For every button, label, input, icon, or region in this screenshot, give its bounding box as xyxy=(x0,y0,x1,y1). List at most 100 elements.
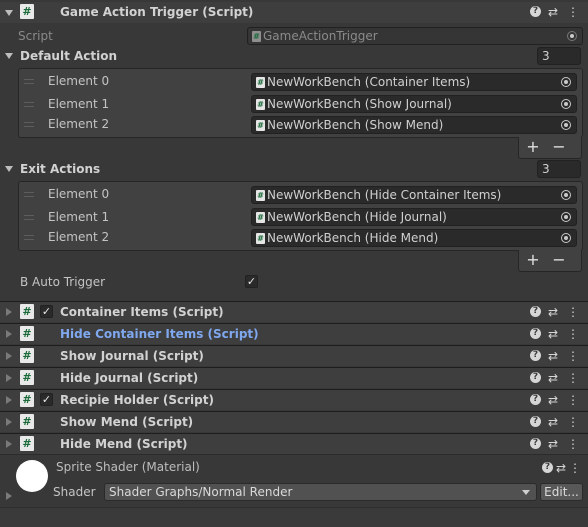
more-menu-icon[interactable]: ⋮ xyxy=(566,305,580,319)
object-picker-icon[interactable] xyxy=(561,233,571,243)
presets-icon[interactable]: ⇄ xyxy=(546,5,560,19)
presets-icon[interactable]: ⇄ xyxy=(546,393,560,407)
script-icon: # xyxy=(20,370,34,385)
element-label: Element 1 xyxy=(48,97,110,111)
element-value: NewWorkBench (Container Items) xyxy=(267,75,471,89)
component-header[interactable]: # ✓ Container Items (Script)? ⇄ ⋮ xyxy=(0,301,588,322)
presets-icon[interactable]: ⇄ xyxy=(546,349,560,363)
component-header[interactable]: # Hide Journal (Script)? ⇄ ⋮ xyxy=(0,367,588,388)
help-icon[interactable]: ? xyxy=(530,416,541,427)
component-title: Show Journal (Script) xyxy=(60,349,204,363)
element-object-field[interactable]: # NewWorkBench (Hide Container Items) xyxy=(251,186,577,204)
element-value: NewWorkBench (Hide Mend) xyxy=(267,231,439,245)
help-icon[interactable]: ? xyxy=(530,328,541,339)
more-menu-icon[interactable]: ⋮ xyxy=(566,327,580,341)
component-enabled-checkbox[interactable]: ✓ xyxy=(40,305,53,318)
object-picker-icon[interactable] xyxy=(561,99,571,109)
script-file-icon: # xyxy=(256,120,265,131)
auto-trigger-checkbox[interactable]: ✓ xyxy=(245,275,258,288)
default-action-label[interactable]: Default Action xyxy=(20,49,117,63)
default-action-list-footer: + − xyxy=(518,137,582,159)
foldout-arrow-icon[interactable] xyxy=(6,396,12,404)
component-header[interactable]: # Hide Mend (Script)? ⇄ ⋮ xyxy=(0,433,588,454)
script-icon: # xyxy=(20,348,34,363)
script-icon: # xyxy=(20,436,34,451)
foldout-arrow-icon[interactable] xyxy=(6,308,12,316)
component-header[interactable]: # Hide Container Items (Script)? ⇄ ⋮ xyxy=(0,323,588,344)
presets-icon[interactable]: ⇄ xyxy=(546,327,560,341)
add-element-button[interactable]: + xyxy=(523,138,543,156)
element-label: Element 2 xyxy=(48,117,110,131)
more-menu-icon[interactable]: ⋮ xyxy=(566,371,580,385)
exit-actions-label[interactable]: Exit Actions xyxy=(20,162,100,176)
more-menu-icon[interactable]: ⋮ xyxy=(566,5,580,19)
element-label: Element 1 xyxy=(48,210,110,224)
drag-handle-icon[interactable] xyxy=(24,79,34,84)
auto-trigger-label: B Auto Trigger xyxy=(20,275,106,289)
foldout-arrow-icon[interactable] xyxy=(5,10,13,16)
default-action-size-field[interactable]: 3 xyxy=(537,47,581,65)
remove-element-button[interactable]: − xyxy=(549,251,569,269)
foldout-arrow-icon[interactable] xyxy=(6,352,12,360)
more-menu-icon[interactable]: ⋮ xyxy=(566,415,580,429)
script-file-icon: # xyxy=(256,77,265,88)
help-icon[interactable]: ? xyxy=(530,6,541,17)
foldout-arrow-icon[interactable] xyxy=(6,330,12,338)
object-picker-icon[interactable] xyxy=(561,212,571,222)
drag-handle-icon[interactable] xyxy=(24,122,34,127)
object-picker-icon[interactable] xyxy=(561,77,571,87)
material-preview-icon xyxy=(16,460,48,492)
presets-icon[interactable]: ⇄ xyxy=(546,371,560,385)
more-menu-icon[interactable]: ⋮ xyxy=(566,437,580,451)
drag-handle-icon[interactable] xyxy=(24,102,34,107)
object-picker-icon[interactable] xyxy=(561,120,571,130)
more-menu-icon[interactable]: ⋮ xyxy=(568,461,582,475)
bottom-area xyxy=(0,508,588,527)
presets-icon[interactable]: ⇄ xyxy=(554,461,568,475)
presets-icon[interactable]: ⇄ xyxy=(546,305,560,319)
exit-actions-list-footer: + − xyxy=(518,250,582,272)
element-object-field[interactable]: # NewWorkBench (Show Mend) xyxy=(251,116,577,134)
component-title: Hide Mend (Script) xyxy=(60,437,188,451)
more-menu-icon[interactable]: ⋮ xyxy=(566,349,580,363)
material-foldout-icon[interactable] xyxy=(6,492,12,500)
object-picker-icon[interactable] xyxy=(561,190,571,200)
element-object-field[interactable]: # NewWorkBench (Hide Mend) xyxy=(251,229,577,247)
presets-icon[interactable]: ⇄ xyxy=(546,437,560,451)
help-icon[interactable]: ? xyxy=(530,350,541,361)
component-title: Hide Container Items (Script) xyxy=(60,327,259,341)
component-enabled-checkbox[interactable]: ✓ xyxy=(40,393,53,406)
default-action-foldout-icon[interactable] xyxy=(5,53,13,59)
component-title: Show Mend (Script) xyxy=(60,415,194,429)
exit-actions-foldout-icon[interactable] xyxy=(5,166,13,172)
foldout-arrow-icon[interactable] xyxy=(6,374,12,382)
foldout-arrow-icon[interactable] xyxy=(6,440,12,448)
element-object-field[interactable]: # NewWorkBench (Hide Journal) xyxy=(251,208,577,226)
game-action-trigger-header[interactable]: # Game Action Trigger (Script) ? ⇄ ⋮ xyxy=(0,2,588,23)
drag-handle-icon[interactable] xyxy=(24,192,34,197)
component-header[interactable]: # ✓ Recipie Holder (Script)? ⇄ ⋮ xyxy=(0,389,588,410)
edit-shader-button[interactable]: Edit... xyxy=(540,483,583,501)
exit-actions-size-field[interactable]: 3 xyxy=(537,160,581,178)
remove-element-button[interactable]: − xyxy=(549,138,569,156)
drag-handle-icon[interactable] xyxy=(24,235,34,240)
foldout-arrow-icon[interactable] xyxy=(6,418,12,426)
presets-icon[interactable]: ⇄ xyxy=(546,415,560,429)
help-icon[interactable]: ? xyxy=(530,438,541,449)
element-object-field[interactable]: # NewWorkBench (Show Journal) xyxy=(251,95,577,113)
help-icon[interactable]: ? xyxy=(542,462,553,473)
help-icon[interactable]: ? xyxy=(530,394,541,405)
shader-dropdown[interactable]: Shader Graphs/Normal Render xyxy=(104,483,537,501)
drag-handle-icon[interactable] xyxy=(24,215,34,220)
element-value: NewWorkBench (Show Mend) xyxy=(267,118,444,132)
script-icon: # xyxy=(20,392,34,407)
add-element-button[interactable]: + xyxy=(523,251,543,269)
more-menu-icon[interactable]: ⋮ xyxy=(566,393,580,407)
help-icon[interactable]: ? xyxy=(530,372,541,383)
component-header[interactable]: # Show Mend (Script)? ⇄ ⋮ xyxy=(0,411,588,432)
help-icon[interactable]: ? xyxy=(530,306,541,317)
component-header[interactable]: # Show Journal (Script)? ⇄ ⋮ xyxy=(0,345,588,366)
element-label: Element 2 xyxy=(48,230,110,244)
component-title: Container Items (Script) xyxy=(60,305,224,319)
element-object-field[interactable]: # NewWorkBench (Container Items) xyxy=(251,73,577,91)
